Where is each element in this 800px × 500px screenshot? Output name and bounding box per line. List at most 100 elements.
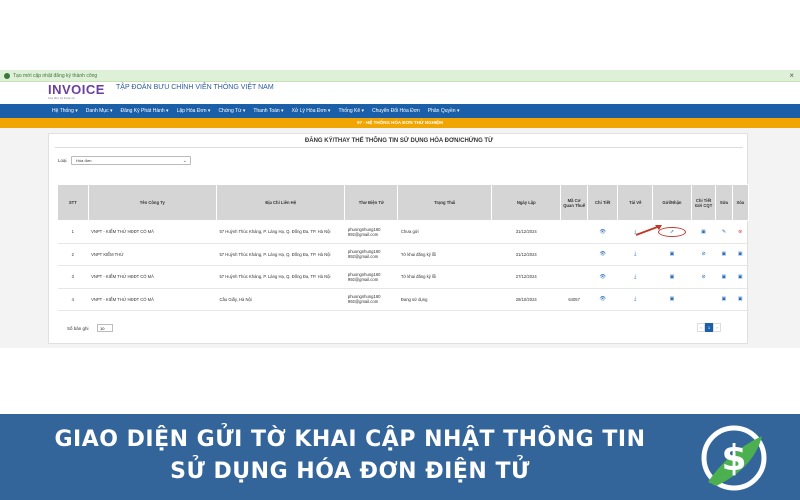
svg-text:$: $ — [721, 438, 746, 479]
cell-status: Đang sử dụng — [397, 288, 492, 311]
red-arrow-annotation — [635, 225, 662, 236]
nav-item-thanh-toan[interactable]: Thanh Toán ▾ — [253, 108, 283, 114]
cell-email: phuongnhung160 992@gmail.com — [344, 220, 398, 244]
briefcase-icon[interactable]: ▣ — [722, 252, 727, 257]
cell-company: VNPT KIỂM THỬ — [88, 243, 217, 266]
cell-tax-office — [560, 220, 588, 244]
col-date[interactable]: Ngày Lập — [491, 184, 562, 221]
cell-status: Tờ khai đăng ký lỗi — [397, 243, 492, 266]
close-icon[interactable]: × — [789, 71, 794, 80]
type-filter-value: Hóa đơn — [76, 158, 92, 163]
col-tax-office[interactable]: Mã Cơ Quan Thuế — [560, 184, 588, 221]
cancel-circle-icon[interactable]: ⊘ — [701, 274, 705, 280]
cell-tax-office: 64057 — [560, 288, 588, 311]
pagination: ‹ 1 › — [697, 323, 721, 332]
type-filter-label: Loại — [58, 158, 67, 163]
briefcase-icon[interactable]: ▣ — [701, 229, 706, 235]
col-delete[interactable]: Xóa — [731, 184, 750, 221]
col-detail[interactable]: Chi Tiết — [586, 184, 619, 221]
col-company[interactable]: Tên Công Ty — [87, 184, 217, 221]
cell-email: phuongnhung160 992@gmail.com — [344, 243, 398, 266]
footer-title-line-1: GIAO DIỆN GỬI TỜ KHAI CẬP NHẬT THÔNG TIN — [54, 427, 646, 452]
footer-title: GIAO DIỆN GỬI TỜ KHAI CẬP NHẬT THÔNG TIN… — [20, 424, 680, 488]
eye-icon[interactable]: 👁 — [599, 274, 605, 280]
col-status[interactable]: Trạng Thái — [397, 184, 493, 221]
organization-name: TẬP ĐOÀN BƯU CHÍNH VIỄN THÔNG VIỆT NAM — [116, 84, 274, 91]
cell-company: VNPT - KIỂM THỬ HĐĐT CÓ MÃ — [88, 265, 217, 289]
cell-date: 27/12/2024 — [491, 265, 561, 289]
registration-table: STT Tên Công Ty Địa Chỉ Liên Hệ Thư Điện… — [57, 184, 750, 311]
nav-item-dang-ky-phat-hanh[interactable]: Đăng Ký Phát Hành ▾ — [120, 108, 168, 114]
brand-header: INVOICE hóa đơn kỹ thuật số TẬP ĐOÀN BƯU… — [0, 82, 800, 104]
page-size-select[interactable]: 10 — [97, 324, 113, 332]
eye-icon[interactable]: 👁 — [599, 297, 605, 302]
cell-stt: 1 — [57, 220, 89, 244]
nav-item-lap-hoa-don[interactable]: Lập Hóa Đơn ▾ — [177, 108, 211, 114]
eye-icon[interactable]: 👁 — [599, 252, 605, 257]
download-icon[interactable]: ⤓ — [634, 297, 636, 302]
nav-item-phan-quyen[interactable]: Phân Quyền ▾ — [428, 108, 460, 114]
page-size-label: Số bản ghi — [67, 326, 89, 331]
download-icon[interactable]: ⤓ — [634, 274, 636, 280]
col-edit[interactable]: Sửa — [715, 184, 733, 221]
briefcase-icon[interactable]: ▣ — [738, 252, 743, 257]
footer-title-line-2: SỬ DỤNG HÓA ĐƠN ĐIỆN TỬ — [170, 459, 530, 484]
notification-text: Tạo mới cập nhật đăng ký thành công — [13, 72, 98, 79]
cancel-circle-icon[interactable]: ⊘ — [701, 252, 705, 257]
col-send-receive[interactable]: Gửi/Nhận — [652, 184, 692, 221]
briefcase-icon[interactable]: ▣ — [722, 297, 727, 302]
check-circle-icon — [4, 72, 10, 79]
briefcase-icon[interactable]: ▣ — [722, 274, 727, 280]
briefcase-icon[interactable]: ▣ — [738, 274, 743, 280]
table-row: 3 VNPT - KIỂM THỬ HĐĐT CÓ MÃ 57 Huỳnh Th… — [57, 265, 749, 289]
col-address[interactable]: Địa Chỉ Liên Hệ — [215, 184, 346, 221]
dollar-leaf-logo: $ — [701, 425, 767, 491]
nav-item-xu-ly-hoa-don[interactable]: Xử Lý Hóa Đơn ▾ — [292, 108, 331, 114]
nav-item-chung-tu[interactable]: Chứng Từ ▾ — [218, 108, 245, 114]
success-notification: Tạo mới cập nhật đăng ký thành công × — [0, 70, 800, 82]
footer-banner: GIAO DIỆN GỬI TỜ KHAI CẬP NHẬT THÔNG TIN… — [0, 414, 800, 500]
next-page-button[interactable]: › — [713, 323, 721, 332]
logo-tagline: hóa đơn kỹ thuật số — [48, 96, 75, 100]
screenshot-page: Tạo mới cập nhật đăng ký thành công × IN… — [0, 0, 800, 500]
cell-address: 57 Huỳnh Thúc Kháng, P. Láng Hạ, Q. Đống… — [216, 220, 345, 244]
cell-address: 57 Huỳnh Thúc Kháng, P. Láng Hạ, Q. Đống… — [216, 243, 345, 266]
briefcase-icon[interactable]: ▣ — [670, 297, 675, 302]
nav-item-chuyen-doi-hoa-don[interactable]: Chuyển Đổi Hóa Đơn — [372, 108, 420, 114]
prev-page-button[interactable]: ‹ — [697, 323, 705, 332]
edit-icon[interactable]: ✎ — [722, 229, 726, 235]
registration-panel: ĐĂNG KÝ/THAY THẾ THÔNG TIN SỬ DỤNG HÓA Đ… — [48, 133, 750, 344]
table-row: 2 VNPT KIỂM THỬ 57 Huỳnh Thúc Kháng, P. … — [57, 243, 749, 266]
briefcase-icon[interactable]: ▣ — [670, 274, 675, 280]
col-download[interactable]: Tải Về — [617, 184, 654, 221]
col-email[interactable]: Thư Điện Tử — [344, 184, 399, 221]
delete-icon[interactable]: ⊗ — [738, 229, 742, 235]
page-1-button[interactable]: 1 — [705, 323, 713, 332]
cell-status: Tờ khai đăng ký lỗi — [397, 265, 492, 289]
col-stt[interactable]: STT — [57, 184, 89, 221]
nav-item-thong-ke[interactable]: Thống Kê ▾ — [338, 108, 364, 114]
briefcase-icon[interactable]: ▣ — [670, 252, 675, 257]
type-filter-select[interactable]: Hóa đơn ⌄ — [71, 156, 191, 165]
cell-company: VNPT - KIỂM THỬ HĐĐT CÓ MÃ — [88, 288, 217, 311]
table-row: 4 VNPT - KIỂM THỬ HĐĐT CÓ MÃ Cầu Giấy, H… — [57, 288, 749, 311]
download-icon[interactable]: ⤓ — [634, 252, 636, 257]
nav-item-danh-muc[interactable]: Danh Mục ▾ — [86, 108, 113, 114]
cell-status: Chưa gửi — [397, 220, 492, 244]
cell-email: phuongnhung160 992@gmail.com — [344, 288, 398, 311]
briefcase-icon[interactable]: ▣ — [738, 297, 743, 302]
nav-item-he-thong[interactable]: Hệ Thống ▾ — [52, 108, 78, 114]
eye-icon[interactable]: 👁 — [599, 229, 605, 235]
cell-tax-office — [560, 265, 588, 289]
send-icon: ➚ — [669, 228, 675, 235]
cell-company: VNPT - KIỂM THỬ HĐĐT CÓ MÃ — [88, 220, 217, 244]
page-title: ĐĂNG KÝ/THAY THẾ THÔNG TIN SỬ DỤNG HÓA Đ… — [304, 138, 494, 144]
test-system-banner: 97 - HỆ THỐNG HÓA ĐƠN THỬ NGHIỆM — [0, 118, 800, 128]
cell-tax-office — [560, 243, 588, 266]
cell-email: phuongnhung160 992@gmail.com — [344, 265, 398, 289]
cell-stt: 2 — [57, 243, 89, 266]
cell-stt: 4 — [57, 288, 89, 311]
col-send-detail[interactable]: Chi Tiết Gửi CQT — [690, 184, 717, 221]
invoice-logo[interactable]: INVOICE — [48, 82, 105, 97]
cell-date: 28/10/2024 — [491, 288, 561, 311]
